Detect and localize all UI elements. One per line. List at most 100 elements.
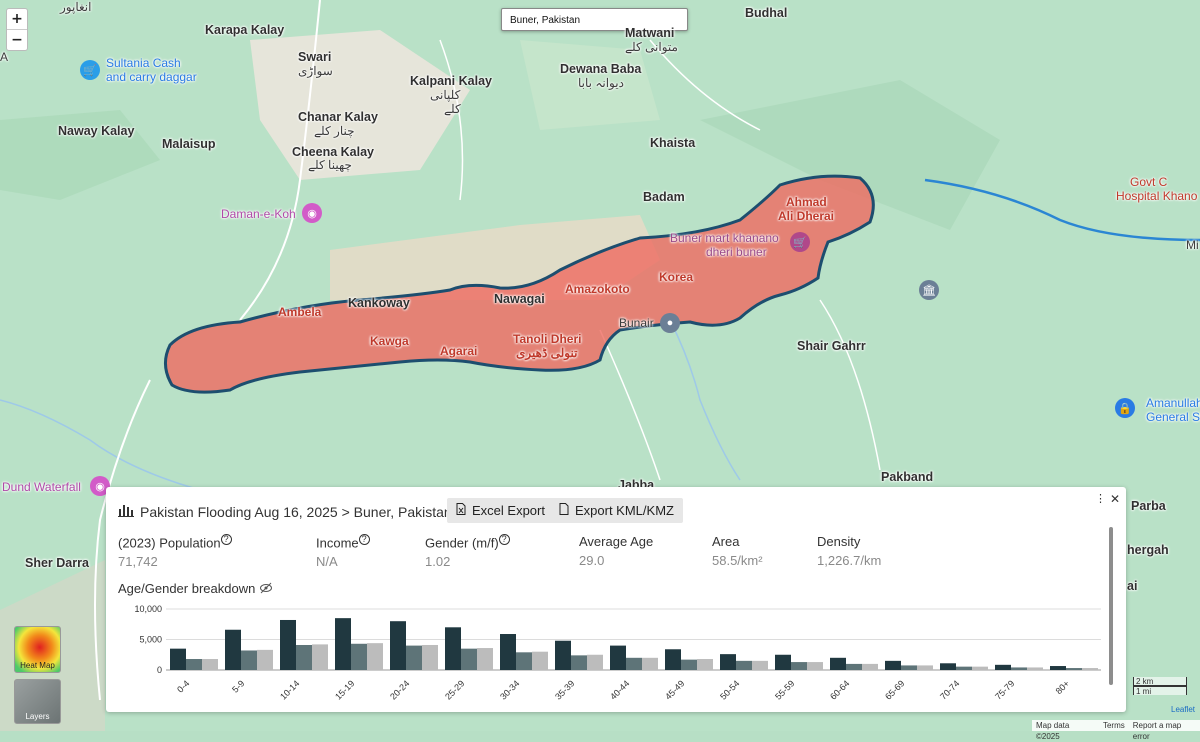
label-shergah: hergah — [1127, 543, 1169, 557]
bar — [830, 657, 846, 670]
heat-map-label: Heat Map — [20, 661, 55, 670]
label-dund[interactable]: Dund Waterfall — [2, 480, 81, 494]
label-daman[interactable]: Daman-e-Koh — [221, 207, 296, 221]
report-link[interactable]: Report a map error — [1133, 720, 1200, 741]
x-tick-label: 70-74 — [938, 678, 961, 701]
terms-link[interactable]: Terms — [1103, 720, 1125, 731]
bar — [807, 662, 823, 670]
label-budhal: Budhal — [745, 6, 788, 20]
breakdown-title: Age/Gender breakdown — [118, 581, 256, 596]
bar — [697, 659, 713, 670]
help-icon[interactable]: ? — [220, 534, 232, 545]
help-icon[interactable]: ? — [358, 534, 370, 545]
x-tick-label: 55-59 — [773, 678, 796, 701]
label-cheena: Cheena Kalay — [292, 145, 374, 159]
kml-export-button[interactable]: Export KML/KMZ — [550, 498, 683, 523]
transit-icon[interactable]: ● — [660, 313, 680, 333]
zoom-control: + − — [6, 8, 28, 51]
breakdown-header: Age/Gender breakdown — [118, 581, 273, 596]
landmark-icon[interactable]: 🏛 — [919, 280, 939, 300]
label-parba: Parba — [1131, 499, 1166, 513]
stat-gender: Gender (m/f)? 1.02 — [425, 534, 510, 569]
leaflet-link[interactable]: Leaflet — [1171, 705, 1195, 714]
bar — [885, 660, 901, 670]
x-tick-label: 65-69 — [883, 678, 906, 701]
bar — [532, 651, 548, 670]
hospital-icon[interactable]: 🔒 — [1115, 398, 1135, 418]
label-amanullah-2[interactable]: General St — [1146, 410, 1200, 424]
label-mart-2[interactable]: dheri buner — [706, 245, 767, 259]
label-malaisup: Malaisup — [162, 137, 216, 151]
label-korea: Korea — [659, 270, 694, 284]
panel-close-button[interactable]: ✕ — [1110, 492, 1120, 506]
stat-value: 71,742 — [118, 554, 158, 570]
label-ahmad: Ahmad — [786, 195, 827, 209]
stat-value: 29.0 — [579, 553, 605, 568]
bar — [422, 644, 438, 670]
panel-title-text: Pakistan Flooding Aug 16, 2025 > Buner, … — [140, 503, 452, 520]
zoom-in-button[interactable]: + — [7, 9, 27, 30]
label-sultania[interactable]: Sultania Cash — [106, 56, 181, 70]
stat-population: (2023) Population? 71,742 — [118, 534, 232, 569]
camera-icon[interactable]: ◉ — [302, 203, 322, 223]
label-dewana-ur: دیوانہ بابا — [578, 76, 624, 90]
heat-map-toggle[interactable]: Heat Map — [14, 626, 61, 673]
help-icon[interactable]: ? — [498, 534, 510, 545]
label-ai: ai — [1127, 579, 1138, 593]
x-tick-label: 45-49 — [663, 678, 686, 701]
bar — [1066, 668, 1082, 670]
panel-menu-button[interactable]: ⋮ — [1095, 492, 1106, 505]
shopping-cart-icon[interactable]: 🛒 — [790, 232, 810, 252]
bar — [445, 627, 461, 670]
bar — [736, 660, 752, 670]
label-a: A — [0, 50, 9, 64]
stat-average-age: Average Age 29.0 — [579, 534, 653, 568]
y-tick-label: 5,000 — [139, 635, 162, 645]
label-mart[interactable]: Buner mart khanano — [670, 231, 779, 245]
label-swari-ur: سواڑی — [298, 64, 333, 78]
label-kalpani: Kalpani Kalay — [410, 74, 492, 88]
label-govt-2: Hospital Khano — [1116, 189, 1198, 203]
x-tick-label: 0-4 — [175, 678, 191, 694]
bar — [642, 657, 658, 670]
bar — [367, 643, 383, 670]
bar — [862, 663, 878, 670]
x-tick-label: 35-39 — [553, 678, 576, 701]
bar — [335, 618, 351, 670]
label-shair: Shair Gahrr — [797, 339, 866, 353]
x-tick-label: 20-24 — [388, 678, 411, 701]
stat-label: Gender (m/f) — [425, 535, 499, 551]
panel-scrollbar[interactable] — [1109, 527, 1113, 685]
shopping-cart-icon[interactable]: 🛒 — [80, 60, 100, 80]
label-kalpani-ur2: کلے — [444, 102, 461, 116]
bar — [1011, 667, 1027, 670]
label-dewana: Dewana Baba — [560, 62, 642, 76]
stat-label: Density — [817, 534, 861, 549]
bar — [956, 666, 972, 670]
label-badam: Badam — [643, 190, 685, 204]
stat-label: (2023) Population — [118, 535, 221, 551]
bar — [1027, 667, 1043, 670]
label-cheena-ur: چھینا کلے — [308, 158, 352, 172]
bar — [241, 650, 257, 670]
layers-toggle[interactable]: Layers — [14, 679, 61, 724]
label-tanoli-ur: تنولی ڈھیری — [516, 346, 578, 360]
bar — [610, 645, 626, 670]
label-tanoli: Tanoli Dheri — [513, 332, 582, 346]
label-amanullah[interactable]: Amanullah — [1146, 396, 1200, 410]
scale-mi: 1 mi — [1133, 686, 1187, 696]
excel-export-button[interactable]: Excel Export — [447, 498, 554, 523]
label-sultania-2[interactable]: and carry daggar — [106, 70, 197, 84]
excel-file-icon — [456, 503, 466, 518]
x-tick-label: 10-14 — [278, 678, 301, 701]
zoom-out-button[interactable]: − — [7, 30, 27, 50]
stat-label: Average Age — [579, 534, 654, 549]
x-tick-label: 60-64 — [828, 678, 851, 701]
bar — [312, 644, 328, 670]
eye-slash-icon[interactable] — [259, 581, 273, 596]
label-sher-darra: Sher Darra — [25, 556, 89, 570]
info-panel: Pakistan Flooding Aug 16, 2025 > Buner, … — [106, 487, 1126, 712]
stat-value: N/A — [316, 554, 338, 570]
label-chanar-ur: چنار کلے — [314, 124, 355, 138]
bar — [901, 665, 917, 670]
